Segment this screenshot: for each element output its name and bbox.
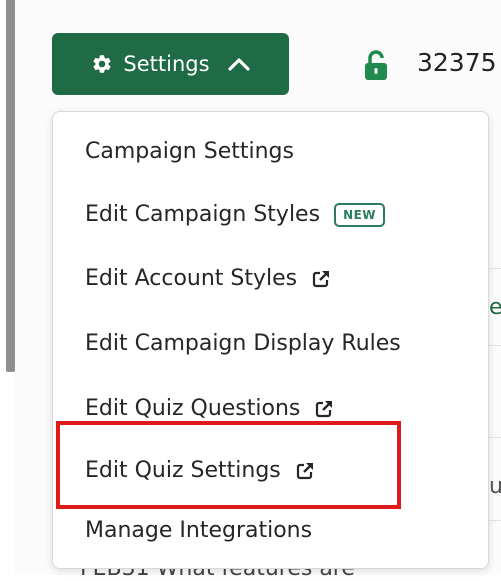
background-divider [489,520,501,521]
menu-item-label: Edit Quiz Questions [85,396,301,421]
settings-button-label: Settings [123,52,210,76]
menu-item-edit-quiz-questions[interactable]: Edit Quiz Questions [85,396,334,421]
new-badge: NEW [334,202,386,227]
highlight-annotation [56,421,401,509]
background-text-fragment: u [489,474,501,499]
page-scrollbar[interactable] [6,0,15,372]
menu-item-label: Edit Campaign Styles [85,202,321,227]
external-link-icon [311,269,331,289]
menu-item-label: Manage Integrations [85,518,313,543]
menu-item-manage-integrations[interactable]: Manage Integrations [85,518,312,543]
background-divider [489,268,501,269]
menu-item-label: Edit Account Styles [85,266,298,291]
chevron-up-icon [227,57,250,71]
menu-item-campaign-settings[interactable]: Campaign Settings [85,139,294,164]
menu-item-label: Campaign Settings [85,139,294,164]
menu-item-edit-campaign-styles[interactable]: Edit Campaign Styles NEW [85,202,386,227]
menu-item-edit-campaign-display-rules[interactable]: Edit Campaign Display Rules [85,331,401,356]
menu-item-label: Edit Campaign Display Rules [85,331,401,356]
background-text-fragment: e [489,295,501,320]
settings-button[interactable]: Settings [52,33,289,95]
background-divider [489,345,501,346]
external-link-icon [314,399,334,419]
unlock-icon [363,49,389,81]
gear-icon [91,53,113,75]
background-divider [489,437,501,438]
account-number: 32375 [417,48,497,77]
menu-item-edit-account-styles[interactable]: Edit Account Styles [85,266,331,291]
